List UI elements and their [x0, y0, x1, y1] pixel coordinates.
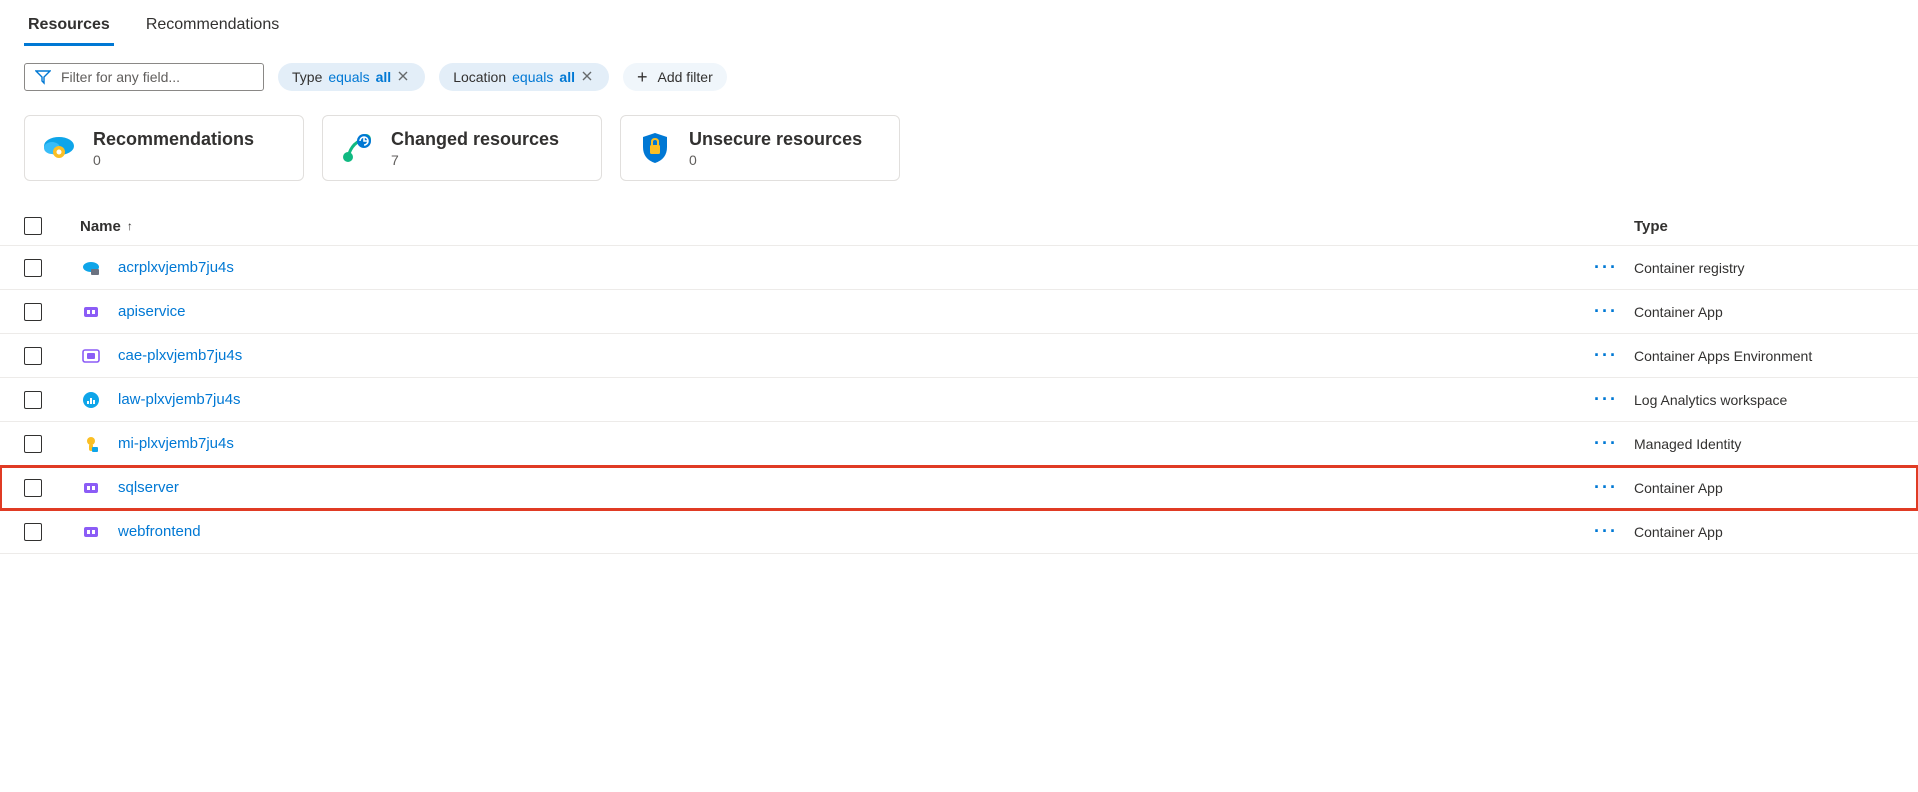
more-actions-icon[interactable]: ···	[1594, 345, 1618, 365]
close-icon[interactable]	[397, 70, 411, 84]
table-row: acrplxvjemb7ju4s ··· Container registry	[0, 246, 1918, 290]
row-checkbox[interactable]	[24, 523, 42, 541]
pill-value: all	[559, 69, 575, 85]
mi-icon	[80, 433, 102, 455]
more-actions-icon[interactable]: ···	[1594, 521, 1618, 541]
resource-link[interactable]: sqlserver	[118, 479, 179, 496]
tabs-bar: Resources Recommendations	[0, 0, 1918, 47]
table-row: law-plxvjemb7ju4s ··· Log Analytics work…	[0, 378, 1918, 422]
column-header-type[interactable]: Type	[1634, 218, 1894, 235]
row-checkbox[interactable]	[24, 259, 42, 277]
summary-card-unsecure-resources[interactable]: Unsecure resources 0	[620, 115, 900, 181]
resource-type: Container Apps Environment	[1634, 348, 1812, 364]
law-icon	[80, 389, 102, 411]
resource-type: Container App	[1634, 524, 1723, 540]
more-actions-icon[interactable]: ···	[1594, 301, 1618, 321]
select-all-checkbox[interactable]	[24, 217, 42, 235]
card-title: Changed resources	[391, 129, 559, 150]
more-actions-icon[interactable]: ···	[1594, 433, 1618, 453]
header-checkbox-cell	[24, 217, 80, 235]
add-filter-label: Add filter	[658, 69, 713, 85]
summary-card-recommendations[interactable]: Recommendations 0	[24, 115, 304, 181]
cloud-gear-icon	[39, 128, 79, 168]
add-filter-button[interactable]: + Add filter	[623, 63, 727, 91]
table-row: apiservice ··· Container App	[0, 290, 1918, 334]
card-count: 0	[689, 152, 862, 168]
resource-type: Container App	[1634, 304, 1723, 320]
resources-table: Name ↑ Type acrplxvjemb7ju4s ··· Contain…	[0, 207, 1918, 554]
acr-icon	[80, 257, 102, 279]
changes-icon	[337, 128, 377, 168]
more-actions-icon[interactable]: ···	[1594, 257, 1618, 277]
cae-icon	[80, 345, 102, 367]
resource-link[interactable]: webfrontend	[118, 523, 201, 540]
resource-type: Container registry	[1634, 260, 1745, 276]
tab-resources[interactable]: Resources	[24, 8, 114, 46]
pill-label: Location	[453, 69, 506, 85]
table-row: cae-plxvjemb7ju4s ··· Container Apps Env…	[0, 334, 1918, 378]
more-actions-icon[interactable]: ···	[1594, 389, 1618, 409]
summary-card-changed-resources[interactable]: Changed resources 7	[322, 115, 602, 181]
resource-type: Container App	[1634, 480, 1723, 496]
table-row: webfrontend ··· Container App	[0, 510, 1918, 554]
filter-bar: Type equals all Location equals all + Ad…	[0, 47, 1918, 99]
card-count: 7	[391, 152, 559, 168]
column-header-name[interactable]: Name ↑	[80, 218, 1578, 235]
capp-icon	[80, 301, 102, 323]
filter-pill-location[interactable]: Location equals all	[439, 63, 609, 91]
filter-pill-type[interactable]: Type equals all	[278, 63, 425, 91]
row-checkbox[interactable]	[24, 391, 42, 409]
row-checkbox[interactable]	[24, 435, 42, 453]
resource-link[interactable]: mi-plxvjemb7ju4s	[118, 435, 234, 452]
resource-link[interactable]: apiservice	[118, 303, 186, 320]
table-header: Name ↑ Type	[0, 207, 1918, 246]
row-checkbox[interactable]	[24, 479, 42, 497]
filter-input-wrapper[interactable]	[24, 63, 264, 91]
tab-recommendations[interactable]: Recommendations	[142, 8, 283, 46]
capp-icon	[80, 521, 102, 543]
table-row: mi-plxvjemb7ju4s ··· Managed Identity	[0, 422, 1918, 466]
column-name-label: Name	[80, 218, 121, 235]
card-title: Unsecure resources	[689, 129, 862, 150]
shield-lock-icon	[635, 128, 675, 168]
more-actions-icon[interactable]: ···	[1594, 477, 1618, 497]
resource-type: Managed Identity	[1634, 436, 1741, 452]
capp-icon	[80, 477, 102, 499]
card-title: Recommendations	[93, 129, 254, 150]
resource-link[interactable]: law-plxvjemb7ju4s	[118, 391, 241, 408]
sort-ascending-icon: ↑	[127, 219, 133, 233]
row-checkbox[interactable]	[24, 347, 42, 365]
pill-operator: equals	[328, 69, 369, 85]
column-type-label: Type	[1634, 218, 1668, 235]
pill-label: Type	[292, 69, 322, 85]
resource-link[interactable]: acrplxvjemb7ju4s	[118, 259, 234, 276]
resource-link[interactable]: cae-plxvjemb7ju4s	[118, 347, 242, 364]
table-row: sqlserver ··· Container App	[0, 466, 1918, 510]
filter-icon	[35, 69, 51, 85]
pill-value: all	[376, 69, 392, 85]
close-icon[interactable]	[581, 70, 595, 84]
row-checkbox[interactable]	[24, 303, 42, 321]
card-count: 0	[93, 152, 254, 168]
summary-cards: Recommendations 0 Changed resources 7 Un…	[0, 99, 1918, 189]
filter-input[interactable]	[61, 69, 253, 85]
resource-type: Log Analytics workspace	[1634, 392, 1787, 408]
plus-icon: +	[637, 70, 648, 84]
pill-operator: equals	[512, 69, 553, 85]
